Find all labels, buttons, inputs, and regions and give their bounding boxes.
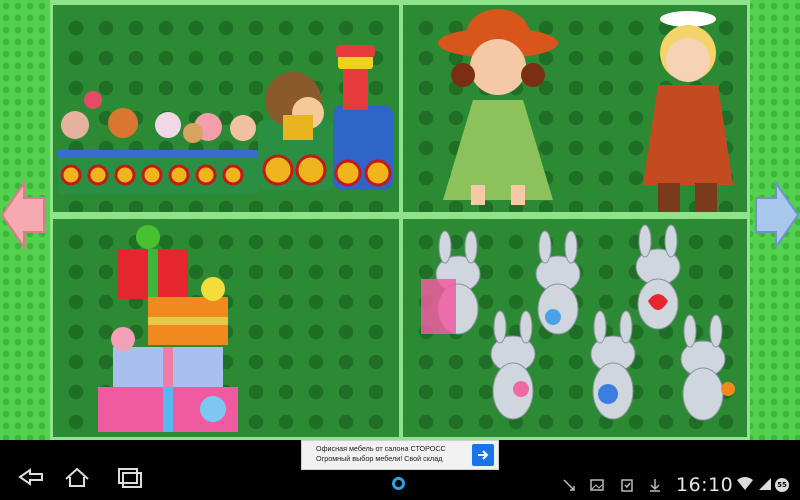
wifi-icon: [737, 477, 753, 490]
signal-icon: [759, 478, 771, 490]
ad-text: Офисная мебель от салона СТОРОСС Огромны…: [316, 444, 466, 464]
clipboard-icon: [621, 479, 633, 492]
bunnies-picture: [421, 224, 735, 421]
app-launcher-icon[interactable]: [392, 477, 405, 490]
download-icon: [650, 479, 660, 492]
arrow-right-icon: [478, 450, 489, 460]
tile-train[interactable]: [53, 5, 399, 212]
gifts-picture: [98, 225, 238, 432]
dolls-picture: [438, 9, 733, 212]
next-arrow-icon[interactable]: [754, 180, 800, 250]
game-screen: [0, 0, 800, 440]
ad-go-button[interactable]: [472, 444, 494, 466]
tile-bunnies[interactable]: [403, 219, 747, 437]
train-picture: [58, 45, 393, 195]
ad-line-1: Офисная мебель от салона СТОРОСС: [316, 444, 446, 453]
gallery-icon: [590, 479, 604, 491]
battery-badge: 55: [775, 478, 789, 492]
home-icon[interactable]: [62, 466, 92, 488]
clock: 16:10: [676, 474, 734, 496]
ad-line-2: Огромный выбор мебели! Свой склад: [316, 454, 443, 463]
picture-board: [50, 0, 750, 440]
ad-banner[interactable]: Офисная мебель от салона СТОРОСС Огромны…: [301, 440, 499, 470]
previous-arrow-icon[interactable]: [0, 180, 46, 250]
expand-icon: [563, 479, 575, 491]
recent-apps-icon[interactable]: [114, 466, 144, 488]
tile-gifts[interactable]: [53, 219, 399, 437]
tile-dolls[interactable]: [403, 5, 747, 212]
back-icon[interactable]: [16, 466, 46, 488]
